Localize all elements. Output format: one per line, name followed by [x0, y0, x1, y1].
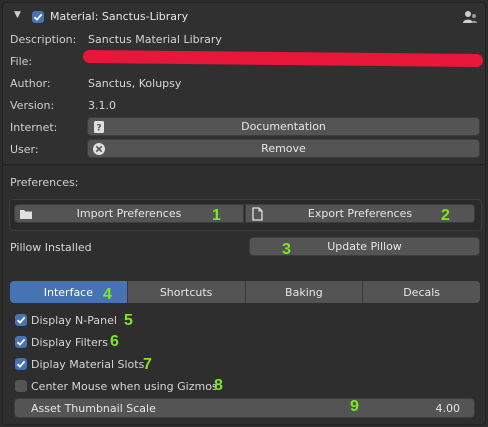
internet-label: Internet:: [10, 121, 58, 134]
marker-7: 7: [143, 356, 152, 373]
tab-decals[interactable]: Decals: [363, 281, 480, 303]
help-book-icon: ?: [94, 121, 104, 134]
checkmark-icon: [16, 338, 26, 346]
users-icon[interactable]: [462, 9, 478, 28]
marker-4: 4: [103, 286, 112, 303]
addon-enabled-checkbox[interactable]: [32, 11, 44, 23]
export-preferences-label: Export Preferences: [307, 207, 413, 220]
preferences-tabs: Interface Shortcuts Baking Decals: [10, 281, 480, 303]
marker-3: 3: [282, 241, 291, 258]
svg-text:?: ?: [96, 124, 101, 134]
marker-1: 1: [212, 207, 221, 224]
marker-6: 6: [110, 333, 119, 350]
user-label: User:: [10, 143, 39, 156]
tab-baking[interactable]: Baking: [245, 281, 364, 303]
remove-button[interactable]: Remove: [87, 139, 480, 158]
checkmark-icon: [16, 360, 26, 368]
display-n-panel-checkbox[interactable]: [15, 314, 27, 326]
author-value: Sanctus, Kolupsy: [88, 77, 182, 90]
checkmark-icon: [16, 316, 26, 324]
display-filters-checkbox[interactable]: [15, 336, 27, 348]
version-label: Version:: [10, 99, 55, 112]
center-mouse-label: Center Mouse when using Gizmos: [31, 380, 218, 393]
close-circle-icon: [93, 143, 105, 155]
asset-thumbnail-scale-label: Asset Thumbnail Scale: [31, 402, 156, 415]
file-label: File:: [10, 55, 33, 68]
pillow-status: Pillow Installed: [10, 241, 92, 254]
display-material-slots-label: Diplay Material Slots: [31, 358, 145, 371]
asset-thumbnail-scale-slider[interactable]: Asset Thumbnail Scale 4.00: [14, 398, 475, 418]
collapse-arrow-icon[interactable]: ▼: [14, 10, 21, 20]
marker-5: 5: [124, 312, 133, 329]
preferences-title: Preferences:: [10, 176, 79, 189]
remove-button-label: Remove: [261, 142, 306, 155]
asset-thumbnail-scale-value: 4.00: [435, 402, 461, 415]
display-n-panel-label: Display N-Panel: [31, 314, 117, 327]
documentation-button-label: Documentation: [241, 120, 326, 133]
display-filters-label: Display Filters: [31, 336, 109, 349]
marker-2: 2: [441, 207, 450, 224]
marker-9: 9: [350, 398, 359, 415]
description-value: Sanctus Material Library: [88, 33, 222, 46]
marker-8: 8: [214, 377, 223, 394]
import-preferences-button[interactable]: Import Preferences: [14, 204, 244, 223]
addon-title: Material: Sanctus-Library: [50, 10, 189, 23]
description-label: Description:: [10, 33, 77, 46]
center-mouse-checkbox[interactable]: [15, 380, 27, 392]
folder-icon: [20, 210, 32, 219]
update-pillow-label: Update Pillow: [327, 240, 402, 253]
import-preferences-label: Import Preferences: [76, 207, 182, 220]
file-icon: [252, 207, 263, 221]
documentation-button[interactable]: ? Documentation: [87, 117, 480, 136]
tab-shortcuts[interactable]: Shortcuts: [127, 281, 246, 303]
display-material-slots-checkbox[interactable]: [15, 358, 27, 370]
author-label: Author:: [10, 77, 51, 90]
version-value: 3.1.0: [88, 99, 116, 112]
checkmark-icon: [33, 13, 43, 21]
